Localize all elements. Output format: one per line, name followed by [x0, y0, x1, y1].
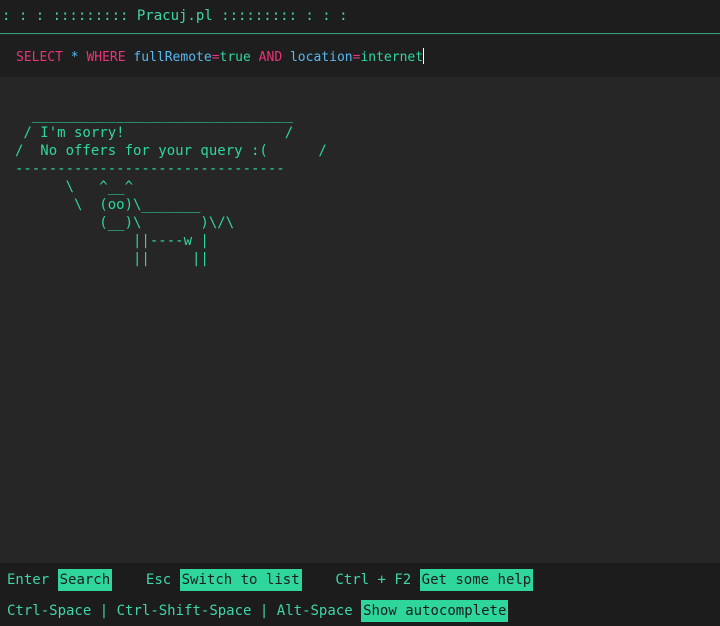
and-keyword: AND [258, 50, 283, 65]
search-action-button[interactable]: Search [57, 569, 113, 591]
value-true: true [219, 50, 251, 65]
value-internet: internet [360, 50, 424, 65]
shortcut-footer: Enter Search Esc Switch to list Ctrl + F… [0, 563, 720, 626]
field-fullremote: fullRemote [133, 50, 212, 65]
shortcut-key-ctrl-f2: Ctrl + F2 [335, 572, 412, 588]
shortcut-row-1: Enter Search Esc Switch to list Ctrl + F… [7, 569, 534, 591]
shortcut-row-2: Ctrl-Space | Ctrl-Shift-Space | Alt-Spac… [7, 600, 509, 622]
shortcut-key-ctrl-shift-space: Ctrl-Shift-Space [116, 603, 252, 619]
no-results-cowsay: _______________________________ / I'm so… [15, 107, 327, 267]
select-keyword: SELECT [16, 50, 63, 65]
shortcut-key-esc: Esc [145, 572, 172, 588]
shortcut-key-alt-space: Alt-Space [276, 603, 353, 619]
show-autocomplete-button[interactable]: Show autocomplete [361, 600, 509, 622]
query-input[interactable]: SELECT * WHERE fullRemote=true AND locat… [16, 48, 425, 65]
separator: | [99, 603, 109, 619]
shortcut-key-enter: Enter [7, 572, 50, 588]
query-bar[interactable]: SELECT * WHERE fullRemote=true AND locat… [0, 35, 720, 77]
separator: | [259, 603, 269, 619]
app-title: : : : ::::::::: Pracuj.pl ::::::::: : : … [2, 8, 348, 24]
field-location: location [289, 50, 353, 65]
shortcut-key-ctrl-space: Ctrl-Space [7, 603, 92, 619]
title-bar: : : : ::::::::: Pracuj.pl ::::::::: : : … [0, 0, 720, 34]
where-keyword: WHERE [86, 50, 126, 65]
text-cursor [423, 48, 425, 64]
star-token: * [70, 50, 79, 65]
get-help-button[interactable]: Get some help [419, 569, 534, 591]
results-area: _______________________________ / I'm so… [0, 77, 720, 563]
equals-operator: = [211, 50, 220, 65]
switch-to-list-button[interactable]: Switch to list [179, 569, 302, 591]
